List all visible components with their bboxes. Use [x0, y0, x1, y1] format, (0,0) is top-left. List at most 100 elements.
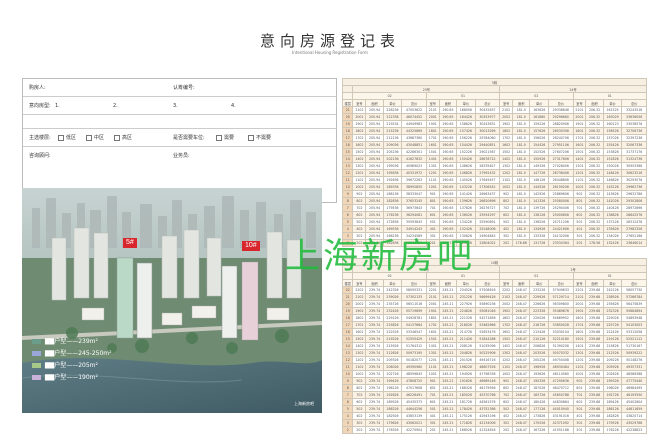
table-cell: 1302 [352, 349, 367, 357]
table-cell: 11 [341, 176, 354, 184]
type-choice-3[interactable]: 3. [173, 97, 178, 115]
table-cell: 189426 [602, 398, 623, 406]
table-cell: 157026 [602, 134, 623, 142]
table-cell: 195836 [382, 169, 403, 177]
table-cell: 23646014 [621, 239, 647, 247]
table-cell: 199426 [382, 377, 403, 385]
table-cell: 191626 [456, 377, 476, 385]
building-5-pin[interactable]: 5# [123, 238, 137, 248]
table-cell: 1001 [425, 183, 440, 191]
table-cell: 132426 [602, 239, 623, 247]
table-cell: 1001 [425, 370, 440, 378]
type-choice-1[interactable]: 1. [55, 97, 60, 115]
table-cell: 239.68 [585, 426, 604, 434]
table-cell: 214726 [456, 328, 476, 336]
table-cell: 131726 [529, 239, 550, 247]
table-cell: 248.47 [512, 384, 531, 392]
table-cell: 167226 [529, 426, 550, 434]
table-cell: 901 [572, 190, 587, 198]
table-cell: 21 [341, 106, 354, 114]
table-col-header: 面积 [365, 279, 384, 287]
table-cell: 245.21 [438, 293, 458, 301]
table-row: 21 2102 205.94 228236 47003622 2101 190.65 1680… [341, 106, 647, 114]
table-cell: 46984495 [621, 384, 647, 392]
table-cell: 48607526 [474, 363, 501, 371]
table-cell: 232426 [382, 307, 403, 315]
table-cell: 208126 [456, 342, 476, 350]
building-10-pin[interactable]: 10# [242, 241, 260, 251]
table-cell: 239.68 [585, 419, 604, 427]
table-cell: 229126 [382, 314, 403, 322]
table-cell: 1301 [572, 349, 587, 357]
table-col-header: 总价 [401, 99, 427, 107]
table-cell: 245.21 [438, 342, 458, 350]
form-row-consultant: 咨询顾问: 业务员: [23, 147, 336, 165]
table-cell: 190.65 [438, 106, 458, 114]
table-cell: 30293076 [621, 176, 647, 184]
table-cell: 181.0 [512, 190, 531, 198]
type-choice-4[interactable]: 4. [231, 97, 236, 115]
parking-option-yes[interactable]: 需要 [213, 129, 234, 147]
table-cell: 12 [341, 169, 354, 177]
table-cell: 239.68 [585, 300, 604, 308]
table-cell: 49750408 [548, 356, 574, 364]
table-cell: 239.74 [365, 412, 384, 420]
table-cell: 401 [425, 412, 440, 420]
table-cell: 46179956 [474, 384, 501, 392]
table-cell: 245.21 [438, 307, 458, 315]
table-cell: 19 [341, 307, 354, 315]
table-cell: 218026 [456, 321, 476, 329]
table-cell: 45435373 [401, 398, 427, 406]
table-cell: 148626 [456, 162, 476, 170]
type-choice-2[interactable]: 2. [113, 97, 118, 115]
table-cell: 46193550 [621, 391, 647, 399]
table-cell: 1201 [425, 356, 440, 364]
floor-option-mid[interactable]: 中区 [83, 129, 104, 147]
table-cell: 28820906 [548, 120, 574, 128]
table-cell: 205236 [382, 148, 403, 156]
table-cell: 202 [499, 426, 514, 434]
table-cell: 190.65 [438, 197, 458, 205]
table-cell: 183726 [529, 391, 550, 399]
table-cell: 1101 [572, 363, 587, 371]
table-cell: 30432637 [474, 106, 501, 114]
table-cell: 16 [341, 141, 354, 149]
table-cell: 15 [341, 335, 354, 343]
table-room-header: 02 [499, 272, 574, 280]
table-cell: 205.94 [365, 106, 384, 114]
table-cell: 239.74 [365, 384, 384, 392]
table-cell: 152526 [529, 148, 550, 156]
table-cell: 40331972 [401, 169, 427, 177]
table-cell: 601 [425, 398, 440, 406]
floor-option-high[interactable]: 高区 [111, 129, 132, 147]
table-cell: 1401 [572, 155, 587, 163]
table-cell: 138826 [602, 211, 623, 219]
table-cell: 2102 [499, 293, 514, 301]
table-cell: 178.56 [585, 239, 604, 247]
table-cell: 133326 [529, 232, 550, 240]
table-col-header: 室号 [425, 99, 440, 107]
table-cell: 209226 [602, 356, 623, 364]
table-cell: 2102 [352, 293, 367, 301]
table-cell: 158626 [456, 120, 476, 128]
table-cell: 245.21 [438, 391, 458, 399]
table-cell: 206.32 [585, 190, 604, 198]
floor-option-low[interactable]: 低区 [55, 129, 76, 147]
table-cell: 176326 [382, 426, 403, 434]
table-cell: 47290636 [548, 377, 574, 385]
table-col-header: 总价 [548, 99, 574, 107]
table-cell: 239.68 [585, 370, 604, 378]
table-cell: 135626 [602, 225, 623, 233]
table-col-header: 单价 [529, 279, 550, 287]
table-cell: 186226 [382, 405, 403, 413]
table-cell: 181.0 [512, 225, 531, 233]
parking-option-no[interactable]: 不需要 [245, 129, 271, 147]
table-cell: 1702 [352, 321, 367, 329]
table-cell: 159226 [529, 120, 550, 128]
table-row: 8 802 239.74 196126 47017608 801 245.21 188326 4… [341, 384, 647, 392]
table-cell: 171826 [456, 419, 476, 427]
table-cell: 23534364 [548, 239, 574, 247]
table-cell: 245.21 [438, 426, 458, 434]
table-cell: 248.47 [512, 293, 531, 301]
table-cell: 199036 [382, 162, 403, 170]
